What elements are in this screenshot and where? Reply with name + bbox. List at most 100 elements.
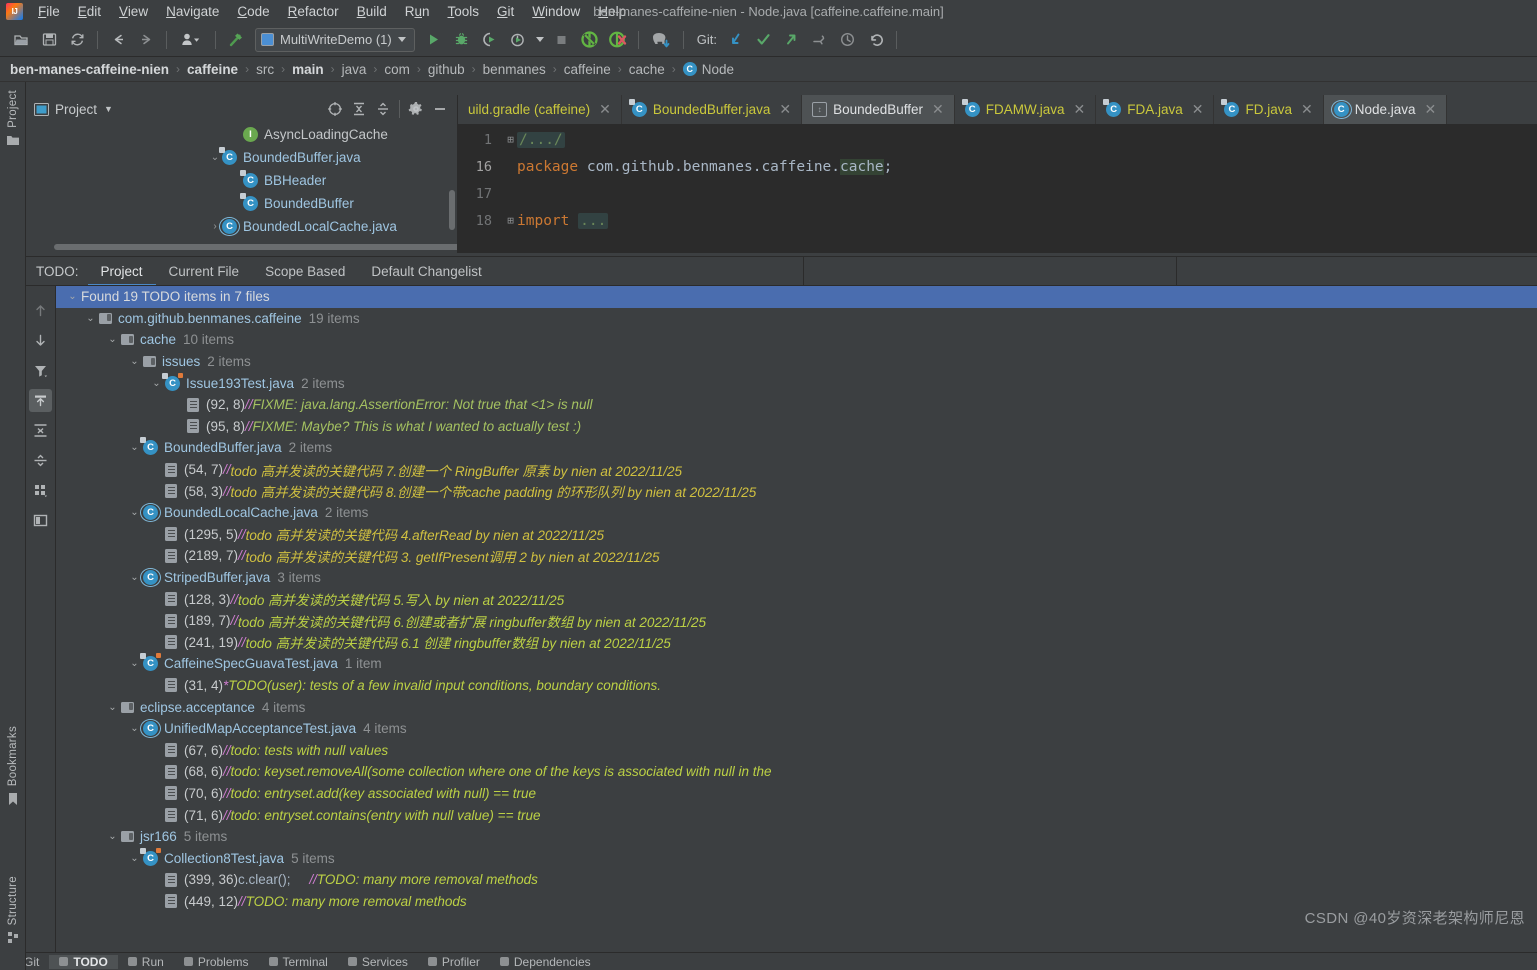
todo-group-row[interactable]: ⌄CBoundedLocalCache.java2 items bbox=[56, 502, 1537, 524]
chevron-down-icon[interactable]: ⌄ bbox=[126, 356, 143, 367]
git-update-icon[interactable] bbox=[723, 27, 749, 53]
chevron-down-icon[interactable]: ⌄ bbox=[208, 152, 222, 163]
chevron-down-icon[interactable]: ⌄ bbox=[126, 853, 143, 864]
git-history-icon[interactable] bbox=[835, 27, 861, 53]
save-all-icon[interactable] bbox=[36, 27, 62, 53]
profiler-dropdown-icon[interactable] bbox=[533, 27, 547, 53]
editor-tab-fdamw-java[interactable]: CFDAMW.java✕ bbox=[955, 95, 1097, 124]
close-icon[interactable]: ✕ bbox=[779, 101, 791, 118]
code-view[interactable]: 1 ⊞ /.../ 16 package com.github.benmanes… bbox=[458, 124, 1537, 234]
statusbar-item-terminal[interactable]: Terminal bbox=[259, 955, 338, 969]
stop-button[interactable] bbox=[549, 27, 575, 53]
todo-item-row[interactable]: (31, 4) * TODO(user): tests of a few inv… bbox=[56, 675, 1537, 697]
todo-tab-default-changelist[interactable]: Default Changelist bbox=[358, 257, 494, 286]
editor-tab-boundedbuffer[interactable]: ↕BoundedBuffer✕ bbox=[802, 95, 955, 124]
project-tree-row[interactable]: ›CBoundedLocalCache.java bbox=[26, 215, 457, 238]
todo-item-row[interactable]: (449, 12) // TODO: many more removal met… bbox=[56, 891, 1537, 913]
statusbar-item-profiler[interactable]: Profiler bbox=[418, 955, 490, 969]
user-profile-icon[interactable] bbox=[174, 27, 208, 53]
folded-comment[interactable]: /.../ bbox=[517, 132, 565, 148]
close-icon[interactable]: ✕ bbox=[1301, 101, 1313, 118]
todo-item-row[interactable]: (399, 36) c.clear(); // TODO: many more … bbox=[56, 869, 1537, 891]
menu-item-edit[interactable]: Edit bbox=[69, 0, 110, 23]
menu-item-tools[interactable]: Tools bbox=[439, 0, 489, 23]
rollback-button[interactable] bbox=[605, 27, 631, 53]
breadcrumb-item-java[interactable]: java bbox=[342, 62, 367, 77]
profiler-button[interactable] bbox=[505, 27, 531, 53]
sidebar-item-project[interactable]: Project bbox=[0, 86, 26, 146]
todo-group-row[interactable]: ⌄CStripedBuffer.java3 items bbox=[56, 567, 1537, 589]
statusbar-item-dependencies[interactable]: Dependencies bbox=[490, 955, 601, 969]
breadcrumb-item-caffeine[interactable]: caffeine bbox=[187, 62, 238, 77]
breadcrumb-item-cache[interactable]: cache bbox=[629, 62, 665, 77]
todo-item-row[interactable]: (241, 19) //todo 高并发读的关键代码 6.1 创建 ringbu… bbox=[56, 632, 1537, 654]
todo-group-row[interactable]: ⌄CCaffeineSpecGuavaTest.java1 item bbox=[56, 653, 1537, 675]
settings-gear-icon[interactable] bbox=[405, 98, 427, 120]
todo-group-row[interactable]: ⌄CUnifiedMapAcceptanceTest.java4 items bbox=[56, 718, 1537, 740]
menu-item-view[interactable]: View bbox=[110, 0, 157, 23]
todo-item-row[interactable]: (58, 3) //todo 高并发读的关键代码 8.创建一个带cache pa… bbox=[56, 480, 1537, 502]
todo-group-row[interactable]: ⌄eclipse.acceptance4 items bbox=[56, 696, 1537, 718]
git-push-icon[interactable] bbox=[779, 27, 805, 53]
todo-item-row[interactable]: (1295, 5) //todo 高并发读的关键代码 4.afterRead b… bbox=[56, 524, 1537, 546]
chevron-down-icon[interactable]: ⌄ bbox=[104, 831, 121, 842]
close-icon[interactable]: ✕ bbox=[1073, 101, 1085, 118]
git-revert-icon[interactable] bbox=[863, 27, 889, 53]
autoscroll-to-source-icon[interactable] bbox=[29, 389, 52, 412]
chevron-down-icon[interactable]: ⌄ bbox=[148, 378, 165, 389]
todo-item-row[interactable]: (2189, 7) //todo 高并发读的关键代码 3. getIfPrese… bbox=[56, 545, 1537, 567]
menu-item-build[interactable]: Build bbox=[348, 0, 396, 23]
expand-all-icon[interactable] bbox=[29, 419, 52, 442]
previous-occurrence-icon[interactable] bbox=[29, 299, 52, 322]
menu-item-window[interactable]: Window bbox=[523, 0, 589, 23]
breadcrumb-item-ben-manes-caffeine-nien[interactable]: ben-manes-caffeine-nien bbox=[10, 62, 169, 77]
folded-imports[interactable]: ... bbox=[578, 213, 608, 229]
todo-item-row[interactable]: (92, 8) // FIXME: java.lang.AssertionErr… bbox=[56, 394, 1537, 416]
close-icon[interactable]: ✕ bbox=[1425, 101, 1437, 118]
todo-group-row[interactable]: ⌄com.github.benmanes.caffeine19 items bbox=[56, 308, 1537, 330]
collapse-all-icon[interactable] bbox=[372, 98, 394, 120]
run-button[interactable] bbox=[421, 27, 447, 53]
todo-item-row[interactable]: (54, 7) //todo 高并发读的关键代码 7.创建一个 RingBuff… bbox=[56, 459, 1537, 481]
chevron-down-icon[interactable]: ⌄ bbox=[104, 702, 121, 713]
breadcrumb-item-node[interactable]: CNode bbox=[683, 62, 734, 77]
statusbar-item-run[interactable]: Run bbox=[118, 955, 174, 969]
editor-tab-uild-gradle--caffeine-[interactable]: uild.gradle (caffeine)✕ bbox=[458, 95, 622, 124]
breadcrumb-item-caffeine[interactable]: caffeine bbox=[564, 62, 611, 77]
chevron-down-icon[interactable]: ⌄ bbox=[82, 313, 99, 324]
menu-item-navigate[interactable]: Navigate bbox=[157, 0, 228, 23]
breadcrumb-item-benmanes[interactable]: benmanes bbox=[483, 62, 546, 77]
todo-summary-row[interactable]: ⌄ Found 19 TODO items in 7 files bbox=[56, 286, 1537, 308]
next-occurrence-icon[interactable] bbox=[29, 329, 52, 352]
breadcrumb-item-src[interactable]: src bbox=[256, 62, 274, 77]
build-hammer-icon[interactable] bbox=[223, 27, 249, 53]
todo-item-row[interactable]: (128, 3) //todo 高并发读的关键代码 5.写入 by nien a… bbox=[56, 588, 1537, 610]
todo-item-row[interactable]: (67, 6) // todo: tests with null values bbox=[56, 739, 1537, 761]
project-tree-hscrollbar[interactable] bbox=[54, 244, 458, 250]
chevron-down-icon[interactable]: ⌄ bbox=[64, 291, 81, 302]
git-shelve-icon[interactable] bbox=[807, 27, 833, 53]
project-tree-row[interactable]: ⌄CBoundedBuffer.java bbox=[26, 146, 457, 169]
menu-item-refactor[interactable]: Refactor bbox=[279, 0, 348, 23]
menu-item-file[interactable]: File bbox=[29, 0, 69, 23]
sidebar-item-structure[interactable]: Structure bbox=[0, 872, 26, 944]
synchronize-icon[interactable] bbox=[64, 27, 90, 53]
close-icon[interactable]: ✕ bbox=[599, 101, 611, 118]
project-tree-row[interactable]: CBoundedBuffer bbox=[26, 192, 457, 215]
run-with-coverage-button[interactable] bbox=[477, 27, 503, 53]
chevron-down-icon[interactable]: ⌄ bbox=[126, 658, 143, 669]
project-tree-scrollbar[interactable] bbox=[449, 190, 455, 230]
editor-tab-fd-java[interactable]: CFD.java✕ bbox=[1214, 95, 1323, 124]
open-folder-icon[interactable] bbox=[8, 27, 34, 53]
project-tree-row[interactable]: IAsyncLoadingCache bbox=[26, 123, 457, 146]
statusbar-item-services[interactable]: Services bbox=[338, 955, 418, 969]
todo-item-row[interactable]: (95, 8) // FIXME: Maybe? This is what I … bbox=[56, 416, 1537, 438]
chevron-down-icon[interactable]: ⌄ bbox=[126, 442, 143, 453]
navigate-forward-icon[interactable] bbox=[133, 27, 159, 53]
update-project-button[interactable] bbox=[577, 27, 603, 53]
editor-tab-boundedbuffer-java[interactable]: CBoundedBuffer.java✕ bbox=[622, 95, 802, 124]
group-by-icon[interactable] bbox=[29, 479, 52, 502]
todo-item-row[interactable]: (189, 7) //todo 高并发读的关键代码 6.创建或者扩展 ringb… bbox=[56, 610, 1537, 632]
breadcrumb-item-main[interactable]: main bbox=[292, 62, 324, 77]
close-icon[interactable]: ✕ bbox=[1192, 101, 1204, 118]
